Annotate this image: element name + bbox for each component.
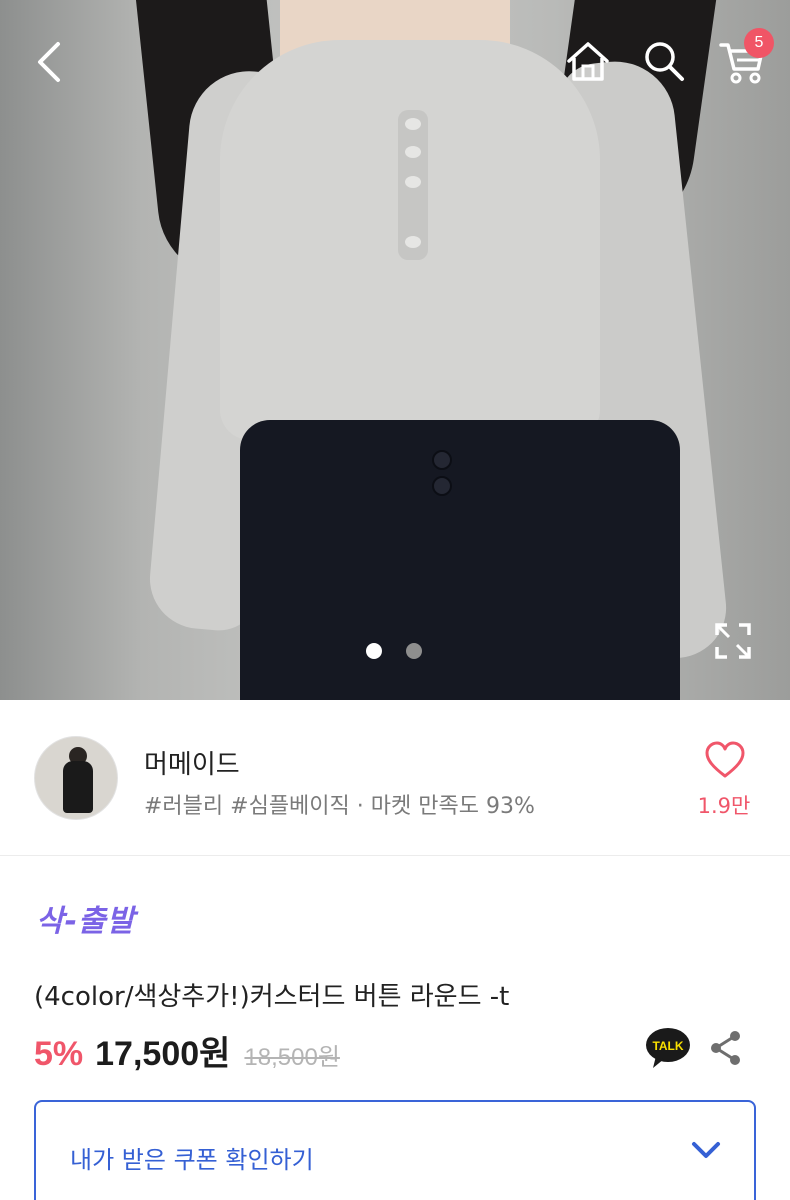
seller-name[interactable]: 머메이드 [144,744,240,781]
image-skirt-button [432,476,452,496]
seller-row[interactable]: 머메이드 #러블리 #심플베이직 · 마켓 만족도 93% 1.9만 [0,700,790,856]
carousel-dot[interactable] [406,643,422,659]
price-row: 5% 17,500원 18,500원 [34,1026,340,1075]
product-image[interactable]: 5 [0,0,790,700]
svg-text:TALK: TALK [652,1039,683,1053]
seller-avatar[interactable] [34,736,118,820]
image-skirt-button [432,450,452,470]
back-icon[interactable] [22,38,78,86]
image-shirt-button [405,176,421,188]
carousel-indicator [366,643,422,659]
image-shirt-button [405,146,421,158]
seller-tags: #러블리 #심플베이직 · 마켓 만족도 93% [144,794,535,819]
search-icon[interactable] [638,36,690,86]
carousel-dot-active[interactable] [366,643,382,659]
image-skirt [240,420,680,700]
product-title: (4color/색상추가!)커스터드 버튼 라운드 -t [34,982,510,1012]
coupon-label: 내가 받은 쿠폰 확인하기 [70,1146,314,1174]
home-icon[interactable] [562,36,614,86]
image-shirt-button [405,236,421,248]
cart-count-badge: 5 [744,28,774,58]
like-count: 1.9만 [697,794,751,818]
discount-rate: 5% [34,1035,84,1073]
coupon-check-button[interactable]: 내가 받은 쿠폰 확인하기 [34,1100,756,1200]
chevron-down-icon [688,1136,724,1166]
expand-icon[interactable] [710,618,756,664]
share-icon[interactable] [706,1028,746,1068]
image-shirt-button [405,118,421,130]
original-price: 18,500원 [244,1044,340,1071]
sale-price: 17,500원 [95,1035,231,1073]
heart-icon[interactable] [703,740,747,780]
promo-label: 삭-출발 [36,904,136,939]
kakaotalk-icon[interactable]: TALK [644,1026,692,1070]
